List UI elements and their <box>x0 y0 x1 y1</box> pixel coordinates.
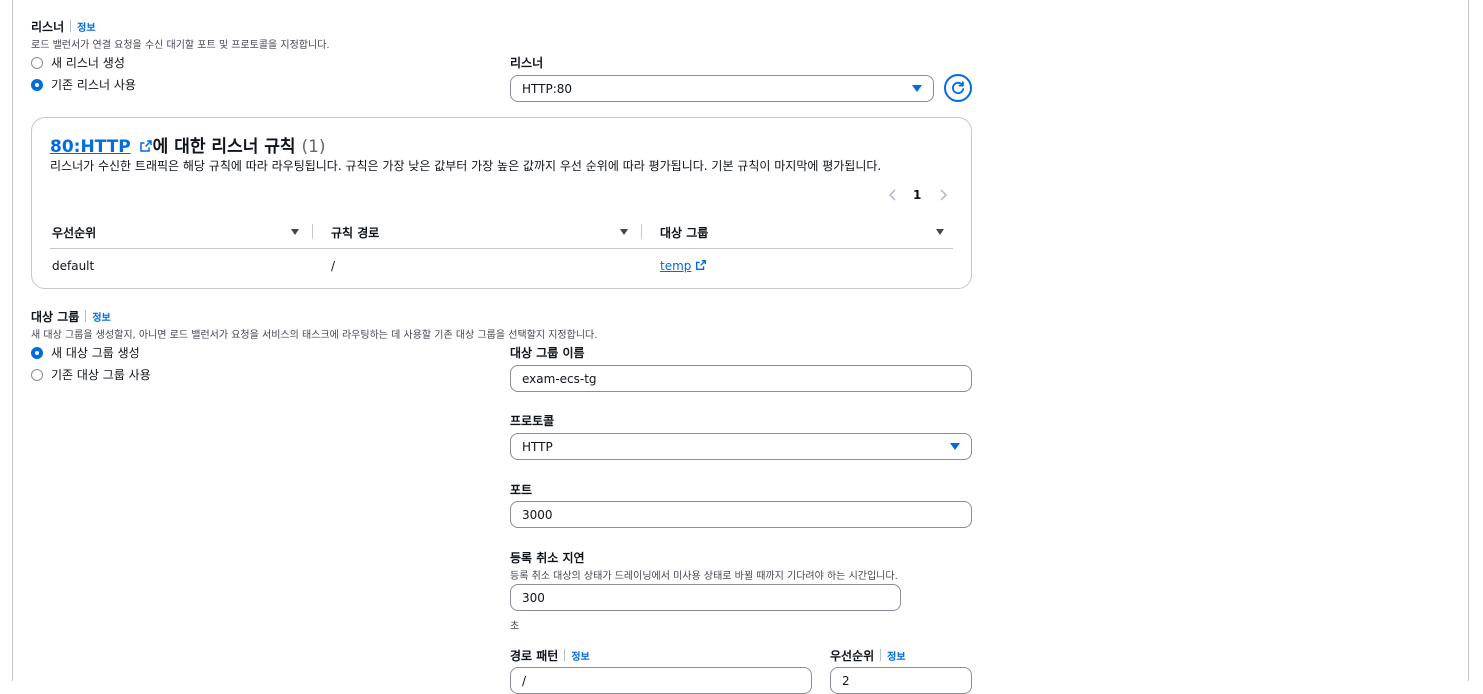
protocol-select-value: HTTP <box>522 439 553 454</box>
rules-count: (1) <box>301 137 326 157</box>
listener-select-value: HTTP:80 <box>522 81 573 96</box>
priority-header: 우선순위 정보 <box>830 647 906 664</box>
sort-rule-path-button[interactable] <box>618 227 630 237</box>
radio-new-listener-circle[interactable] <box>31 56 43 69</box>
radio-existing-target-group[interactable]: 기존 대상 그룹 사용 <box>31 366 151 383</box>
radio-existing-listener[interactable]: 기존 리스너 사용 <box>31 76 136 93</box>
listener-80-http-link[interactable]: 80:HTTP <box>50 137 131 157</box>
path-pattern-header: 경로 패턴 정보 <box>510 647 590 664</box>
port-input[interactable]: 3000 <box>510 501 972 528</box>
protocol-select[interactable]: HTTP <box>510 433 972 460</box>
listener-select[interactable]: HTTP:80 <box>510 75 934 102</box>
column-header-rule-path[interactable]: 규칙 경로 <box>331 224 379 241</box>
target-group-name-label: 대상 그룹 이름 <box>510 346 585 360</box>
listener-section-header: 리스너 정보 <box>31 18 96 35</box>
target-group-title: 대상 그룹 <box>31 310 80 324</box>
external-link-icon[interactable] <box>139 139 153 153</box>
listener-description: 로드 밸런서가 연결 요청을 수신 대기할 포트 및 프로토콜을 지정합니다. <box>31 40 330 51</box>
column-header-target-group[interactable]: 대상 그룹 <box>660 224 708 241</box>
radio-existing-listener-label: 기존 리스너 사용 <box>51 78 136 92</box>
pagination-current-page[interactable]: 1 <box>913 188 921 202</box>
deregistration-delay-unit: 초 <box>510 621 520 632</box>
target-group-name-value: exam-ecs-tg <box>522 371 597 386</box>
deregistration-delay-description: 등록 취소 대상의 상태가 드레이닝에서 미사용 상태로 바뀔 때까지 기다려야… <box>510 571 898 582</box>
dropdown-caret-icon <box>950 443 960 450</box>
radio-new-target-group[interactable]: 새 대상 그룹 생성 <box>31 344 140 361</box>
listener-info-link[interactable]: 정보 <box>77 23 95 34</box>
pagination-next-button[interactable] <box>934 186 952 204</box>
radio-existing-target-group-label: 기존 대상 그룹 사용 <box>51 368 151 382</box>
radio-new-listener[interactable]: 새 리스너 생성 <box>31 54 125 71</box>
column-divider <box>312 224 313 239</box>
rules-panel-description: 리스너가 수신한 트래픽은 해당 규칙에 따라 라우팅됩니다. 규칙은 가장 낮… <box>50 159 882 173</box>
page-right-border <box>1468 0 1469 681</box>
table-header-divider <box>50 248 953 249</box>
sort-triangle-icon <box>936 229 944 235</box>
refresh-icon <box>952 81 965 95</box>
external-link-icon[interactable] <box>695 259 707 271</box>
sort-triangle-icon <box>291 229 299 235</box>
column-divider <box>641 224 642 239</box>
priority-info-link[interactable]: 정보 <box>887 652 905 663</box>
table-row-target: temp <box>660 259 707 273</box>
deregistration-delay-input[interactable]: 300 <box>510 584 901 611</box>
path-pattern-info-link[interactable]: 정보 <box>571 652 589 663</box>
radio-new-target-group-circle[interactable] <box>31 346 43 359</box>
radio-existing-target-group-circle[interactable] <box>31 368 43 381</box>
table-row-path: / <box>331 259 336 273</box>
rules-panel-title-text: 에 대한 리스너 규칙 <box>152 137 296 157</box>
target-group-section-header: 대상 그룹 정보 <box>31 308 111 325</box>
port-value: 3000 <box>522 507 553 522</box>
path-pattern-label: 경로 패턴 <box>510 649 559 663</box>
target-group-name-input[interactable]: exam-ecs-tg <box>510 365 972 392</box>
sort-target-group-button[interactable] <box>934 227 946 237</box>
listener-title: 리스너 <box>31 20 65 34</box>
listener-select-label: 리스너 <box>510 56 544 70</box>
deregistration-delay-label: 등록 취소 지연 <box>510 551 585 565</box>
target-group-description: 새 대상 그룹을 생성할지, 아니면 로드 밸런서가 요청을 서비스의 태스크에… <box>31 330 598 341</box>
column-header-priority[interactable]: 우선순위 <box>52 224 96 241</box>
priority-label: 우선순위 <box>830 649 875 663</box>
radio-existing-listener-circle[interactable] <box>31 78 43 91</box>
target-group-info-link[interactable]: 정보 <box>92 313 110 324</box>
sort-priority-button[interactable] <box>289 227 301 237</box>
table-row-priority: default <box>52 259 95 273</box>
port-label: 포트 <box>510 483 533 497</box>
radio-new-listener-label: 새 리스너 생성 <box>51 56 125 70</box>
protocol-label: 프로토콜 <box>510 414 555 428</box>
dropdown-caret-icon <box>912 85 922 92</box>
page-left-border <box>12 0 13 681</box>
sort-triangle-icon <box>620 229 628 235</box>
chevron-left-icon <box>888 189 896 201</box>
radio-new-target-group-label: 새 대상 그룹 생성 <box>51 346 140 360</box>
pagination-prev-button[interactable] <box>884 186 902 204</box>
deregistration-delay-value: 300 <box>522 590 545 605</box>
refresh-button[interactable] <box>944 74 972 102</box>
rules-panel-title: 80:HTTP 에 대한 리스너 규칙 (1) <box>50 132 326 157</box>
target-group-temp-link[interactable]: temp <box>660 259 691 273</box>
chevron-right-icon <box>940 189 948 201</box>
